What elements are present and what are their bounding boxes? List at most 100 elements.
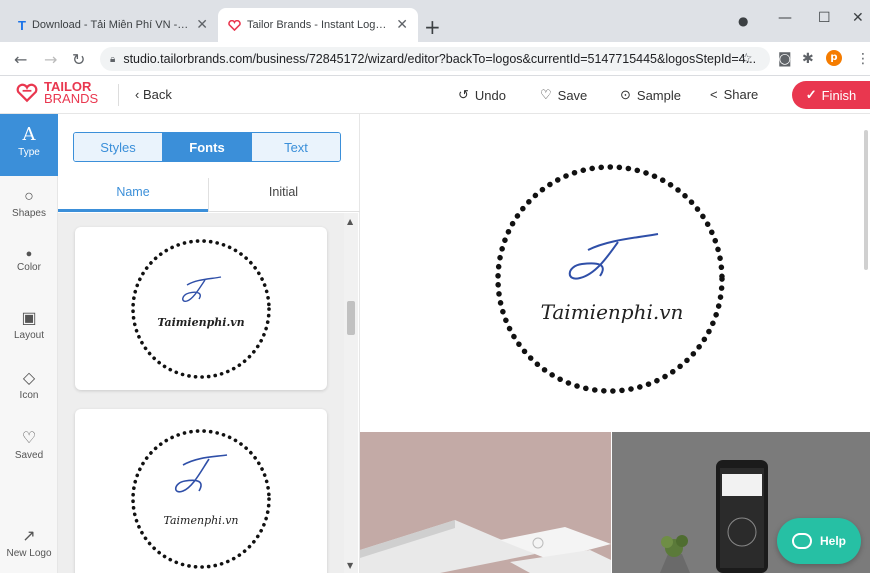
record-indicator-icon: ●: [738, 14, 749, 28]
font-option-list: Taimienphi.vn Taimenphi.vn ▲ ▼: [58, 213, 358, 573]
fonts-panel: Styles Fonts Text Name Initial Taimienph…: [58, 114, 360, 573]
tailor-brands-heart-icon: [16, 83, 38, 103]
rail-item-color[interactable]: ● Color: [0, 248, 58, 273]
segment-fonts[interactable]: Fonts: [162, 133, 251, 161]
canvas-scrollbar-thumb[interactable]: [864, 130, 868, 270]
rail-label: Icon: [19, 390, 39, 401]
new-tab-button[interactable]: +: [424, 15, 441, 39]
save-label: Save: [557, 87, 588, 103]
finish-label: Finish: [821, 87, 857, 103]
heart-icon: ♡: [540, 87, 552, 102]
rail-item-saved[interactable]: ♡ Saved: [0, 428, 58, 461]
sample-icon: ⊙: [620, 87, 631, 102]
color-drop-icon: ●: [25, 248, 33, 260]
font-option-card[interactable]: Taimienphi.vn: [75, 227, 327, 390]
segment-styles[interactable]: Styles: [74, 133, 162, 161]
monogram-t-icon: [174, 454, 228, 493]
browser-tab-bar: T Download - Tải Miễn Phí VN - Ph ✕ Tail…: [0, 0, 870, 42]
sample-label: Sample: [636, 87, 681, 103]
reload-icon[interactable]: ↻: [72, 50, 85, 69]
logo-preview: Taimienphi.vn: [131, 239, 271, 379]
monogram-t-icon: [568, 233, 659, 280]
back-arrow-icon[interactable]: ←: [14, 50, 27, 69]
close-window-button[interactable]: ✕: [852, 10, 864, 26]
undo-button[interactable]: ↺ Undo: [458, 87, 506, 103]
browser-address-bar: ← → ↻ 🔒︎ studio.tailorbrands.com/busines…: [0, 42, 870, 76]
minimize-button[interactable]: —: [778, 10, 792, 26]
main-logo: Taimienphi.vn: [495, 164, 725, 394]
rail-label: New Logo: [6, 548, 52, 559]
share-label: Share: [723, 87, 759, 102]
tab-title: Download - Tải Miễn Phí VN - Ph: [31, 19, 191, 31]
menu-dots-icon[interactable]: ⋮: [856, 51, 870, 67]
panel-scrollbar[interactable]: ▲ ▼: [344, 213, 358, 573]
type-icon: A: [22, 124, 36, 145]
tab-title: Tailor Brands - Instant Logo Mak: [247, 19, 391, 31]
tab-name[interactable]: Name: [58, 178, 208, 212]
logo-preview: Taimenphi.vn: [131, 429, 271, 569]
share-button[interactable]: < Share: [710, 87, 758, 102]
rail-item-layout[interactable]: ▣ Layout: [0, 308, 58, 341]
shapes-icon: ○: [24, 188, 34, 205]
lock-icon: 🔒︎: [110, 53, 116, 65]
rail-label: Type: [18, 147, 40, 158]
undo-label: Undo: [474, 87, 506, 103]
rail-item-icon[interactable]: ◇ Icon: [0, 368, 58, 401]
scroll-up-icon[interactable]: ▲: [347, 217, 353, 226]
diamond-icon: ◇: [22, 370, 36, 387]
rail-label: Shapes: [12, 208, 46, 219]
bookmark-star-icon[interactable]: ☆: [740, 51, 753, 67]
scroll-down-icon[interactable]: ▼: [347, 561, 353, 570]
new-logo-icon: ↗: [22, 528, 36, 545]
tailor-brands-favicon-icon: [228, 19, 241, 31]
url-input[interactable]: 🔒︎ studio.tailorbrands.com/business/7284…: [100, 47, 770, 71]
rail-label: Saved: [14, 450, 44, 461]
app-header: TAILOR BRANDS ‹ Back ↺ Undo ♡ Save ⊙ Sam…: [0, 76, 870, 114]
rail-label: Color: [17, 262, 41, 273]
layout-icon: ▣: [21, 310, 37, 327]
browser-tab-tailor-brands[interactable]: Tailor Brands - Instant Logo Mak ✕: [218, 8, 418, 42]
undo-icon: ↺: [458, 87, 469, 102]
tool-rail: A Type ○ Shapes ● Color ▣ Layout ◇ Icon …: [0, 114, 58, 573]
profile-avatar[interactable]: p: [826, 50, 842, 66]
logo-name-text: Taimienphi.vn: [157, 316, 244, 329]
rail-item-shapes[interactable]: ○ Shapes: [0, 188, 58, 219]
url-text: studio.tailorbrands.com/business/7284517…: [123, 52, 757, 66]
scrollbar-thumb[interactable]: [347, 301, 355, 335]
extensions-icon[interactable]: ✱: [802, 51, 814, 67]
tab-initial[interactable]: Initial: [208, 178, 358, 212]
help-label: Help: [819, 534, 846, 548]
browser-tab-download[interactable]: T Download - Tải Miễn Phí VN - Ph ✕: [8, 8, 218, 42]
panel-segmented-control: Styles Fonts Text: [73, 132, 341, 162]
help-button[interactable]: Help: [777, 518, 861, 564]
brand-line-2: BRANDS: [44, 91, 99, 106]
forward-arrow-icon[interactable]: →: [44, 50, 57, 69]
segment-text[interactable]: Text: [251, 133, 340, 161]
maximize-button[interactable]: ☐: [818, 10, 831, 26]
close-tab-icon[interactable]: ✕: [196, 17, 208, 33]
font-option-card[interactable]: Taimenphi.vn: [75, 409, 327, 573]
logo-name-text: Taimienphi.vn: [541, 300, 684, 324]
logo-canvas[interactable]: Taimienphi.vn: [360, 114, 870, 432]
save-button[interactable]: ♡ Save: [540, 87, 587, 103]
stationery-mockup-image: [360, 520, 611, 573]
sample-button[interactable]: ⊙ Sample: [620, 87, 681, 103]
finish-button[interactable]: ✓ Finish: [792, 81, 870, 109]
close-tab-icon[interactable]: ✕: [396, 17, 408, 33]
logo-name-text: Taimenphi.vn: [163, 514, 238, 527]
heart-icon: ♡: [21, 430, 37, 447]
tailor-brands-logo[interactable]: TAILOR BRANDS: [16, 80, 99, 106]
tab-favicon-icon: T: [18, 17, 26, 33]
font-subtabs: Name Initial: [58, 178, 360, 212]
camera-icon[interactable]: ◙: [778, 51, 792, 67]
rail-item-new-logo[interactable]: ↗ New Logo: [0, 526, 58, 559]
monogram-t-icon: [182, 276, 222, 303]
header-divider: [118, 84, 119, 106]
share-icon: <: [710, 87, 718, 102]
back-button[interactable]: ‹ Back: [135, 87, 172, 102]
rail-label: Layout: [13, 330, 45, 341]
stationery-mockup[interactable]: [360, 432, 611, 573]
rail-item-type[interactable]: A Type: [0, 114, 58, 176]
checkmark-icon: ✓: [805, 87, 817, 102]
chat-bubble-icon: [791, 533, 812, 549]
